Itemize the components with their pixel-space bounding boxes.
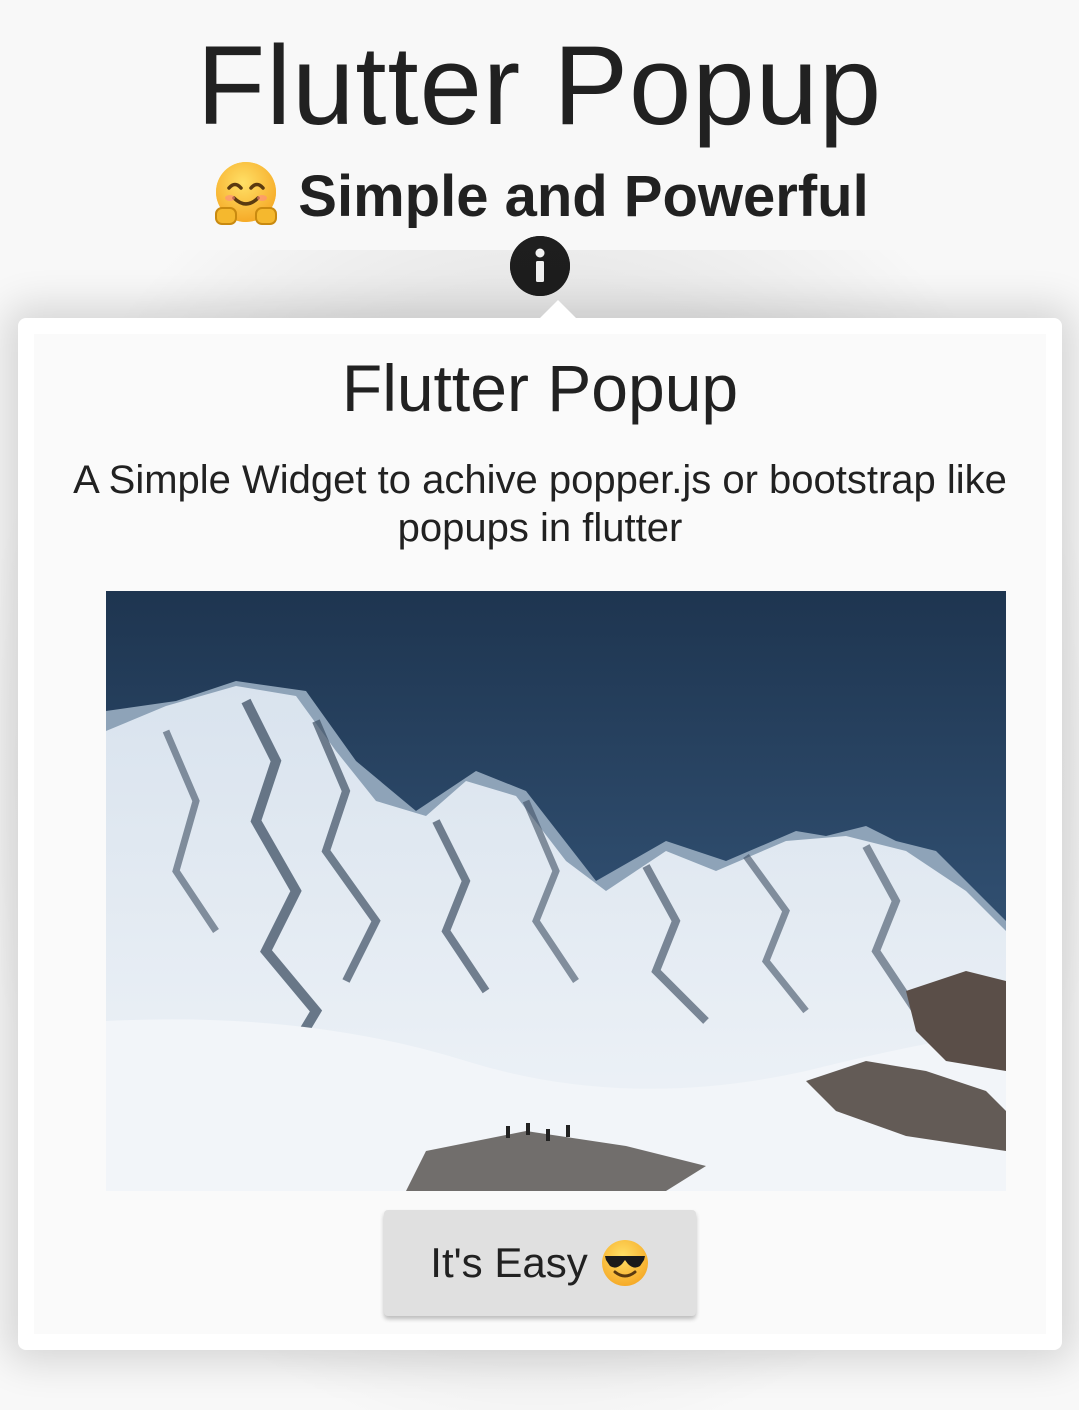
popup-arrow bbox=[540, 300, 576, 318]
info-button[interactable] bbox=[510, 236, 570, 296]
info-icon bbox=[510, 236, 570, 296]
sunglasses-icon bbox=[600, 1238, 650, 1288]
mountain-image bbox=[106, 591, 1006, 1191]
popup-title: Flutter Popup bbox=[341, 351, 739, 425]
page-subtitle: Simple and Powerful bbox=[0, 158, 1079, 233]
popup-description: A Simple Widget to achive popper.js or b… bbox=[73, 458, 1007, 550]
hugging-face-icon bbox=[210, 158, 282, 230]
popup-content: Flutter Popup A Simple Widget to achive … bbox=[34, 334, 1046, 1334]
popup-card: Flutter Popup A Simple Widget to achive … bbox=[18, 300, 1062, 1350]
its-easy-label: It's Easy bbox=[430, 1239, 588, 1286]
subtitle-text: Simple and Powerful bbox=[298, 164, 869, 229]
page-title: Flutter Popup bbox=[196, 23, 883, 148]
its-easy-button[interactable]: It's Easy bbox=[384, 1210, 696, 1316]
